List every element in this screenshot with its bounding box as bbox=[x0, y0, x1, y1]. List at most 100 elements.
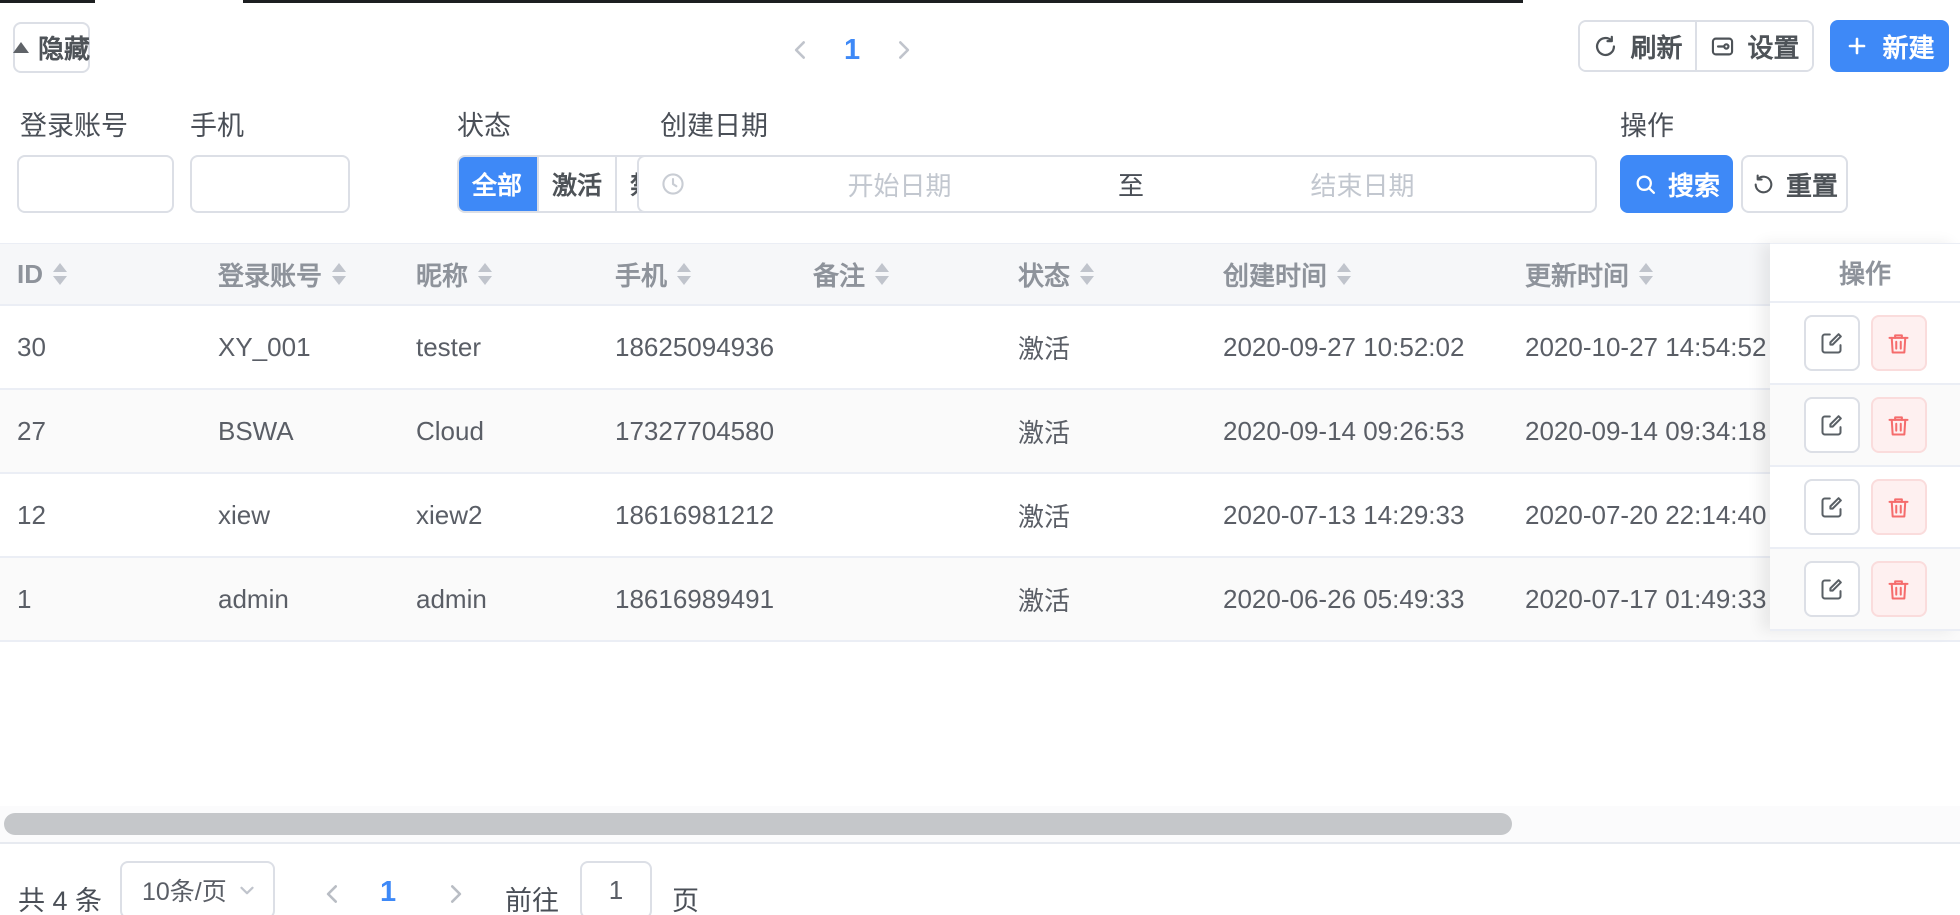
settings-button[interactable]: 设置 bbox=[1695, 22, 1812, 70]
cell-phone: 18616981212 bbox=[598, 474, 796, 556]
operation-fixed-column: 操作 bbox=[1770, 243, 1960, 631]
header-status[interactable]: 状态 bbox=[1001, 244, 1206, 304]
top-current-page[interactable]: 1 bbox=[844, 34, 860, 67]
status-option-active[interactable]: 激活 bbox=[537, 157, 615, 211]
header-phone[interactable]: 手机 bbox=[598, 244, 796, 304]
page-size-select[interactable]: 10条/页 bbox=[120, 861, 275, 915]
header-remark[interactable]: 备注 bbox=[796, 244, 1001, 304]
account-filter-input[interactable] bbox=[17, 155, 174, 213]
cell-remark bbox=[796, 306, 1001, 388]
edit-icon bbox=[1818, 494, 1845, 521]
table-row: 12 xiew xiew2 18616981212 激活 2020-07-13 … bbox=[0, 474, 1960, 558]
cell-created-at: 2020-07-13 14:29:33 bbox=[1206, 474, 1508, 556]
edit-button[interactable] bbox=[1804, 397, 1860, 453]
prev-page-icon[interactable] bbox=[320, 881, 346, 907]
header-account[interactable]: 登录账号 bbox=[201, 244, 399, 304]
hide-filters-button[interactable]: 隐藏 bbox=[13, 22, 90, 73]
edit-icon bbox=[1818, 576, 1845, 603]
start-date-placeholder[interactable]: 开始日期 bbox=[687, 166, 1112, 203]
cell-status: 激活 bbox=[1001, 390, 1206, 472]
hide-button-label: 隐藏 bbox=[38, 29, 90, 66]
cell-id: 30 bbox=[0, 306, 201, 388]
trash-icon bbox=[1885, 494, 1912, 521]
cell-account: xiew bbox=[201, 474, 399, 556]
row-actions bbox=[1770, 385, 1960, 467]
account-filter-label: 登录账号 bbox=[20, 104, 128, 143]
clock-icon bbox=[659, 170, 687, 198]
delete-button[interactable] bbox=[1871, 561, 1927, 617]
sort-caret-icon[interactable] bbox=[1639, 263, 1653, 285]
table-header-row: ID 登录账号 昵称 手机 备注 状态 创建时间 更新时间 bbox=[0, 243, 1960, 306]
cell-nickname: tester bbox=[399, 306, 598, 388]
cell-status: 激活 bbox=[1001, 474, 1206, 556]
edit-button[interactable] bbox=[1804, 561, 1860, 617]
top-edge-line-left bbox=[0, 0, 95, 3]
row-actions bbox=[1770, 303, 1960, 385]
end-date-placeholder[interactable]: 结束日期 bbox=[1150, 166, 1575, 203]
triangle-up-icon bbox=[13, 42, 29, 53]
cell-account: BSWA bbox=[201, 390, 399, 472]
status-option-all[interactable]: 全部 bbox=[457, 155, 537, 213]
trash-icon bbox=[1885, 576, 1912, 603]
cell-id: 1 bbox=[0, 558, 201, 640]
trash-icon bbox=[1885, 412, 1912, 439]
actions-filter-label: 操作 bbox=[1620, 104, 1674, 143]
horizontal-scrollbar-thumb[interactable] bbox=[4, 813, 1512, 835]
plus-icon bbox=[1844, 33, 1870, 59]
trash-icon bbox=[1885, 330, 1912, 357]
delete-button[interactable] bbox=[1871, 397, 1927, 453]
settings-button-label: 设置 bbox=[1747, 28, 1799, 65]
edit-button[interactable] bbox=[1804, 315, 1860, 371]
cell-remark bbox=[796, 558, 1001, 640]
cell-phone: 18625094936 bbox=[598, 306, 796, 388]
date-filter-label: 创建日期 bbox=[660, 104, 768, 143]
header-id[interactable]: ID bbox=[0, 244, 201, 304]
top-edge-line-right bbox=[243, 0, 1523, 3]
edit-button[interactable] bbox=[1804, 479, 1860, 535]
goto-page-input[interactable] bbox=[580, 861, 652, 915]
delete-button[interactable] bbox=[1871, 315, 1927, 371]
cell-created-at: 2020-09-27 10:52:02 bbox=[1206, 306, 1508, 388]
search-button-label: 搜索 bbox=[1668, 166, 1720, 203]
status-filter-label: 状态 bbox=[457, 104, 511, 143]
sort-caret-icon[interactable] bbox=[332, 263, 346, 285]
create-button[interactable]: 新建 bbox=[1830, 20, 1949, 72]
date-range-picker[interactable]: 开始日期 至 结束日期 bbox=[637, 155, 1597, 213]
header-created-at[interactable]: 创建时间 bbox=[1206, 244, 1508, 304]
settings-icon bbox=[1709, 33, 1736, 60]
row-actions bbox=[1770, 549, 1960, 631]
cell-phone: 18616989491 bbox=[598, 558, 796, 640]
reset-icon bbox=[1751, 172, 1776, 197]
cell-created-at: 2020-09-14 09:26:53 bbox=[1206, 390, 1508, 472]
chevron-down-icon bbox=[235, 878, 259, 902]
cell-nickname: admin bbox=[399, 558, 598, 640]
cell-phone: 17327704580 bbox=[598, 390, 796, 472]
top-pagination: 1 bbox=[788, 24, 916, 76]
cell-remark bbox=[796, 390, 1001, 472]
prev-page-icon[interactable] bbox=[788, 37, 814, 63]
sort-caret-icon[interactable] bbox=[478, 263, 492, 285]
header-nickname[interactable]: 昵称 bbox=[399, 244, 598, 304]
delete-button[interactable] bbox=[1871, 479, 1927, 535]
reset-button[interactable]: 重置 bbox=[1741, 155, 1848, 213]
edit-icon bbox=[1818, 330, 1845, 357]
refresh-icon bbox=[1592, 33, 1619, 60]
goto-label: 前往 bbox=[505, 879, 559, 915]
sort-caret-icon[interactable] bbox=[53, 263, 67, 285]
cell-status: 激活 bbox=[1001, 558, 1206, 640]
search-button[interactable]: 搜索 bbox=[1620, 155, 1733, 213]
sort-caret-icon[interactable] bbox=[1080, 263, 1094, 285]
sort-caret-icon[interactable] bbox=[1337, 263, 1351, 285]
refresh-button-label: 刷新 bbox=[1630, 28, 1682, 65]
next-page-icon[interactable] bbox=[442, 881, 468, 907]
search-icon bbox=[1633, 172, 1658, 197]
sort-caret-icon[interactable] bbox=[677, 263, 691, 285]
next-page-icon[interactable] bbox=[890, 37, 916, 63]
cell-status: 激活 bbox=[1001, 306, 1206, 388]
cell-created-at: 2020-06-26 05:49:33 bbox=[1206, 558, 1508, 640]
divider bbox=[0, 842, 1960, 844]
sort-caret-icon[interactable] bbox=[875, 263, 889, 285]
refresh-button[interactable]: 刷新 bbox=[1580, 22, 1695, 70]
bottom-current-page[interactable]: 1 bbox=[380, 876, 396, 909]
phone-filter-input[interactable] bbox=[190, 155, 350, 213]
